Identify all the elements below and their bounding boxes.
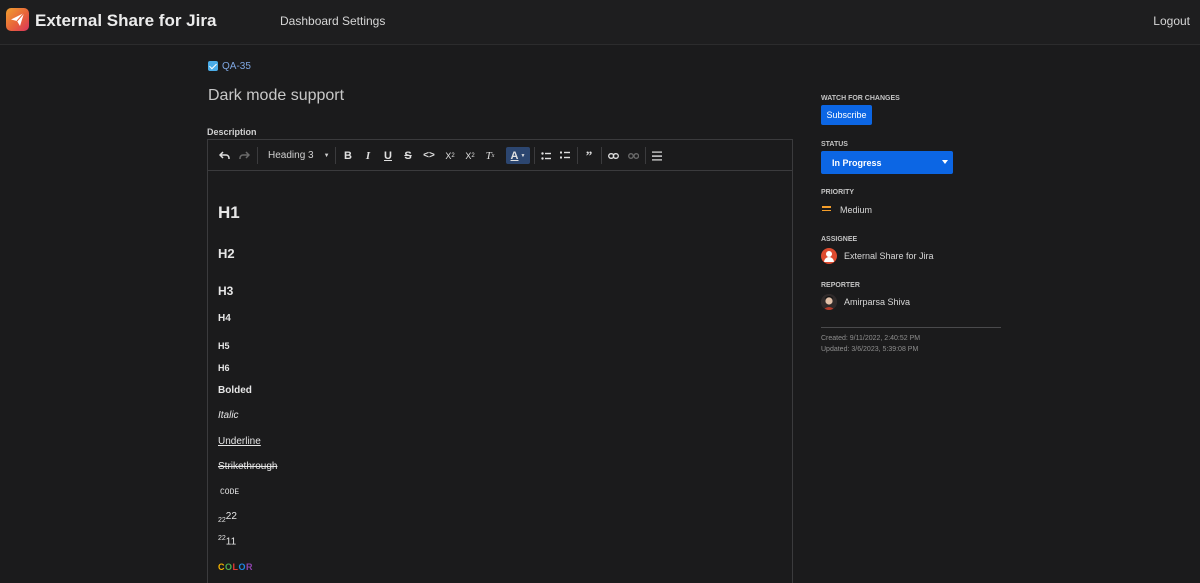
toolbar-divider: [601, 147, 602, 164]
subscript-base: 22: [225, 511, 237, 522]
content-subscript: 2222: [218, 511, 237, 524]
redo-icon[interactable]: [236, 147, 252, 164]
description-label: Description: [207, 127, 257, 137]
subscript-icon[interactable]: X2: [442, 147, 458, 164]
content-h5: H5: [218, 341, 230, 351]
content-h2: H2: [218, 246, 235, 261]
toolbar-divider: [335, 147, 336, 164]
content-h3: H3: [218, 284, 234, 298]
content-h4: H4: [218, 313, 231, 324]
superscript-icon[interactable]: X2: [462, 147, 478, 164]
link-icon[interactable]: [605, 147, 621, 164]
updated-timestamp: Updated: 3/6/2023, 5:39:08 PM: [821, 346, 919, 353]
subscript-part: 22: [218, 517, 226, 524]
editor-toolbar: Heading 3 ▼ B I U S <> X2 X2 Tx A ▼ ”: [208, 140, 792, 171]
text-color-icon[interactable]: A ▼: [506, 147, 530, 164]
assignee-label: ASSIGNEE: [821, 236, 858, 243]
paper-plane-icon: [11, 12, 25, 26]
color-letter: O: [238, 562, 247, 572]
content-color: COLOR: [218, 562, 253, 572]
clear-format-icon[interactable]: Tx: [482, 147, 498, 164]
horizontal-rule-icon[interactable]: [649, 147, 665, 164]
underline-icon[interactable]: U: [380, 147, 396, 164]
priority-medium-icon: [822, 206, 831, 212]
content-italic: Italic: [218, 410, 239, 421]
unlink-icon[interactable]: [625, 147, 641, 164]
issue-title: Dark mode support: [208, 87, 345, 104]
issue-key-text[interactable]: QA-35: [222, 61, 251, 72]
description-editor[interactable]: Heading 3 ▼ B I U S <> X2 X2 Tx A ▼ ” H1…: [207, 139, 793, 583]
toolbar-divider: [534, 147, 535, 164]
sidebar-divider: [821, 327, 1001, 328]
status-label: STATUS: [821, 141, 848, 148]
watch-label: WATCH FOR CHANGES: [821, 95, 900, 102]
created-timestamp: Created: 9/11/2022, 2:40:52 PM: [821, 335, 921, 342]
user-icon: [824, 251, 834, 262]
toolbar-divider: [577, 147, 578, 164]
assignee-avatar: [821, 248, 837, 264]
superscript-base: 11: [225, 536, 237, 548]
strikethrough-icon[interactable]: S: [400, 147, 416, 164]
nav-dashboard[interactable]: Dashboard: [280, 14, 339, 28]
app-logo[interactable]: [6, 8, 29, 31]
toolbar-divider: [645, 147, 646, 164]
superscript-part: 22: [218, 535, 226, 542]
status-select[interactable]: In Progress: [821, 151, 953, 174]
person-photo-icon: [821, 294, 837, 310]
content-underline: Underline: [218, 436, 261, 447]
chevron-down-icon: [942, 160, 948, 164]
subscribe-button[interactable]: Subscribe: [821, 105, 872, 125]
italic-icon[interactable]: I: [360, 147, 376, 164]
content-bold: Bolded: [218, 385, 252, 396]
heading-select-value: Heading 3: [268, 150, 314, 161]
nav-settings[interactable]: Settings: [342, 14, 385, 28]
app-title[interactable]: External Share for Jira: [35, 11, 216, 31]
chevron-down-icon: ▼: [323, 152, 330, 159]
bold-icon[interactable]: B: [340, 147, 356, 164]
logout-link[interactable]: Logout: [1153, 14, 1190, 28]
top-bar: External Share for Jira Dashboard Settin…: [0, 0, 1200, 45]
quote-icon[interactable]: ”: [581, 147, 597, 164]
task-type-icon: [208, 61, 218, 71]
reporter-label: REPORTER: [821, 282, 860, 289]
assignee-value: External Share for Jira: [844, 251, 934, 261]
reporter-value: Amirparsa Shiva: [844, 297, 911, 307]
color-letter: R: [246, 562, 254, 572]
heading-select[interactable]: Heading 3 ▼: [260, 147, 330, 164]
issue-key[interactable]: QA-35: [208, 60, 251, 72]
code-icon[interactable]: <>: [420, 147, 438, 164]
priority-label: PRIORITY: [821, 189, 855, 196]
content-strikethrough: Strikethrough: [218, 461, 278, 472]
content-h6: H6: [218, 363, 230, 373]
status-value: In Progress: [832, 157, 882, 168]
color-letter: O: [225, 562, 233, 572]
numbered-list-icon[interactable]: [557, 147, 573, 164]
content-code: CODE: [220, 488, 240, 497]
bullet-list-icon[interactable]: [538, 147, 554, 164]
content-superscript: 2211: [218, 535, 236, 547]
color-letter: C: [218, 562, 225, 572]
reporter-avatar: [821, 294, 837, 310]
priority-value: Medium: [840, 205, 873, 215]
content-h1: H1: [218, 203, 240, 222]
toolbar-divider: [257, 147, 258, 164]
undo-icon[interactable]: [216, 147, 232, 164]
